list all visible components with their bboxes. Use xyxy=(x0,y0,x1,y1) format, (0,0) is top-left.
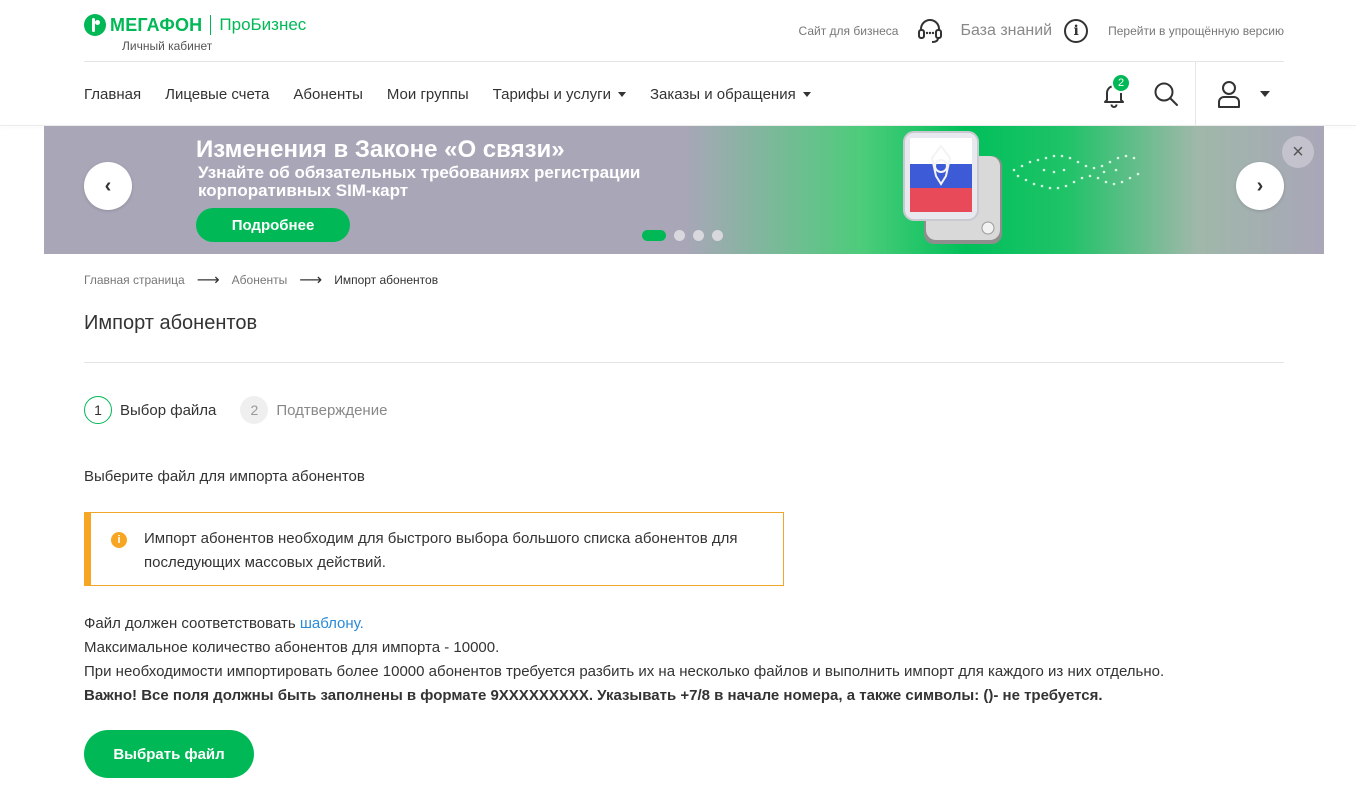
chevron-down-icon xyxy=(802,91,811,97)
chevron-down-icon xyxy=(617,91,626,97)
banner-title: Изменения в Законе «О связи» xyxy=(196,136,565,163)
nav-label: Заказы и обращения xyxy=(649,85,796,103)
arrow-right-icon: ⟶ xyxy=(299,272,323,289)
nav-label: Мои группы xyxy=(386,85,469,103)
logo-subtitle: Личный кабинет xyxy=(122,39,213,53)
rule-max-count: Максимальное количество абонентов для им… xyxy=(84,639,500,656)
step-1-label: Выбор файла xyxy=(120,401,217,419)
logo-name: МЕГАФОН xyxy=(110,14,203,35)
headset-icon[interactable] xyxy=(916,18,944,44)
step-2-label: Подтверждение xyxy=(276,401,388,419)
notifications-button[interactable]: 2 xyxy=(1099,73,1131,109)
breadcrumb: Главная страница ⟶ Абоненты ⟶ Импорт або… xyxy=(84,270,438,290)
promo-banner[interactable]: ‹ Изменения в Законе «О связи» Узнайте о… xyxy=(44,126,1324,254)
top-bar: МЕГАФОН ПроБизнес Личный кабинет Сайт дл… xyxy=(84,0,1284,62)
breadcrumb-current: Импорт абонентов xyxy=(334,273,439,287)
step-2-number: 2 xyxy=(240,396,269,424)
nav-label: Лицевые счета xyxy=(165,85,270,103)
banner-dot[interactable] xyxy=(712,230,723,241)
template-link[interactable]: шаблону. xyxy=(300,615,364,632)
breadcrumb-subscribers-link[interactable]: Абоненты xyxy=(232,273,288,287)
banner-dot[interactable] xyxy=(674,230,685,241)
megafon-logo-icon xyxy=(84,14,106,36)
title-divider xyxy=(84,362,1284,363)
user-icon[interactable] xyxy=(1216,80,1242,108)
nav-item-home[interactable]: Главная xyxy=(84,86,141,103)
banner-prev-button[interactable]: ‹ xyxy=(84,162,132,210)
decorative-dots-art xyxy=(1012,154,1140,190)
import-steps: 1 Выбор файла 2 Подтверждение xyxy=(84,396,411,424)
nav-divider xyxy=(1195,62,1196,126)
nav-label: Главная xyxy=(84,85,142,103)
arrow-right-icon: ⟶ xyxy=(196,272,220,289)
banner-next-button[interactable]: › xyxy=(1236,162,1284,210)
main-nav: Главная Лицевые счета Абоненты Мои групп… xyxy=(84,62,1284,126)
banner-dot[interactable] xyxy=(693,230,704,241)
logo-product: ПроБизнес xyxy=(219,15,307,34)
knowledge-base-link[interactable]: База знаний xyxy=(960,22,1052,40)
nav-item-accounts[interactable]: Лицевые счета xyxy=(165,86,269,103)
notice-text: Импорт абонентов необходим для быстрого … xyxy=(144,530,738,571)
nav-item-groups[interactable]: Мои группы xyxy=(387,86,469,103)
logo[interactable]: МЕГАФОН ПроБизнес xyxy=(84,14,306,36)
step-1-number: 1 xyxy=(84,396,112,424)
nav-item-orders[interactable]: Заказы и обращения xyxy=(650,86,811,103)
banner-subtitle: Узнайте об обязательных требованиях реги… xyxy=(198,163,641,200)
warning-info-icon: i xyxy=(111,532,127,548)
nav-item-tariffs[interactable]: Тарифы и услуги xyxy=(493,86,626,103)
breadcrumb-home-link[interactable]: Главная страница xyxy=(84,273,185,287)
site-for-business-link[interactable]: Сайт для бизнеса xyxy=(799,24,899,38)
nav-item-subscribers[interactable]: Абоненты xyxy=(293,86,363,103)
info-icon[interactable]: i xyxy=(1064,19,1089,43)
nav-label: Тарифы и услуги xyxy=(492,85,611,103)
user-menu-chevron-icon[interactable] xyxy=(1260,91,1270,97)
section-title: Выберите файл для импорта абонентов xyxy=(84,468,365,485)
import-rules: Файл должен соответствовать шаблону. Мак… xyxy=(84,612,1164,708)
search-icon[interactable] xyxy=(1153,81,1179,107)
info-notice: i Импорт абонентов необходим для быстрог… xyxy=(84,512,784,586)
nav-label: Абоненты xyxy=(293,85,363,103)
banner-pagination xyxy=(642,230,731,241)
page-title: Импорт абонентов xyxy=(84,312,258,334)
top-links: Сайт для бизнеса База знаний i Перейти в… xyxy=(799,18,1284,44)
banner-dot-active[interactable] xyxy=(642,230,666,241)
banner-more-button[interactable]: Подробнее xyxy=(196,208,350,242)
rule-template-text: Файл должен соответствовать xyxy=(84,615,300,632)
choose-file-button[interactable]: Выбрать файл xyxy=(84,730,254,778)
rule-split-files: При необходимости импортировать более 10… xyxy=(84,663,1165,680)
banner-close-button[interactable]: × xyxy=(1282,136,1314,168)
rule-format-important: Важно! Все поля должны быть заполнены в … xyxy=(84,687,1103,704)
logo-divider xyxy=(210,15,212,35)
simple-version-link[interactable]: Перейти в упрощённую версию xyxy=(1108,24,1284,38)
nav-actions: 2 xyxy=(1099,62,1284,126)
rule-template: Файл должен соответствовать шаблону. xyxy=(84,612,1164,636)
notification-count-badge: 2 xyxy=(1111,73,1131,93)
